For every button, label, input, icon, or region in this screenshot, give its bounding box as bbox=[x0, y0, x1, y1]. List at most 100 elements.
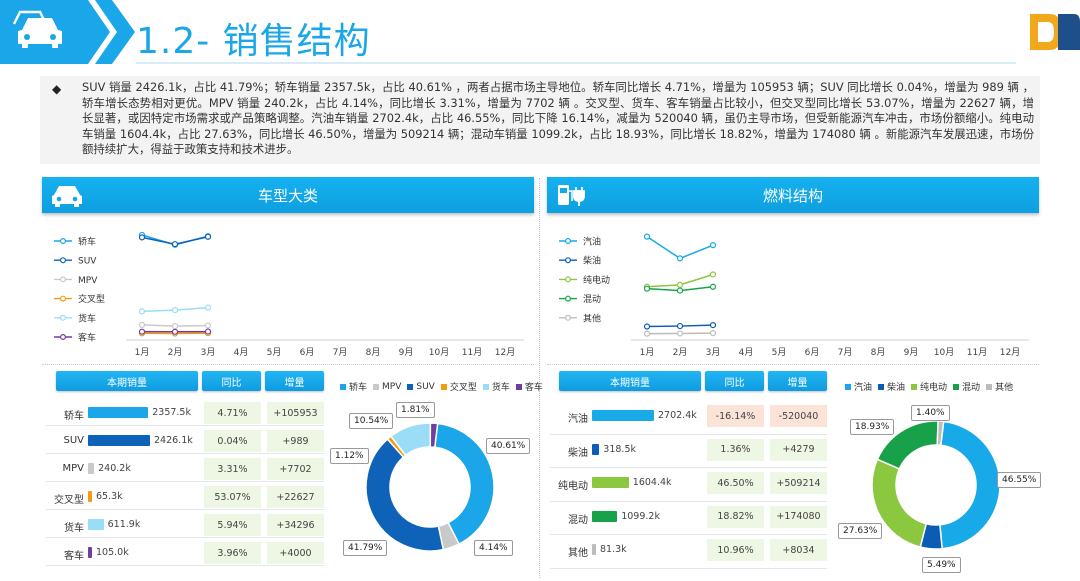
increment-cell: +105953 bbox=[267, 402, 324, 424]
legend-label: 客车 bbox=[524, 383, 543, 393]
donut-legend-item: 交叉型 bbox=[440, 380, 477, 393]
legend-label: 轿车 bbox=[349, 383, 368, 393]
line-point bbox=[709, 322, 717, 329]
x-tick-label: 7月 bbox=[838, 347, 853, 358]
line-legend-item: 其他 bbox=[559, 312, 601, 324]
legend-label: SUV bbox=[416, 381, 435, 392]
yoy-cell: 0.04% bbox=[204, 430, 261, 452]
donut-legend-item: 纯电动 bbox=[911, 380, 947, 393]
col-header-increment: 增量 bbox=[265, 371, 324, 391]
row-divider bbox=[46, 453, 324, 454]
donut-label-diesel: 5.49% bbox=[922, 557, 961, 573]
row-label: 纯电动 bbox=[558, 481, 588, 492]
line-legend-label: 交叉型 bbox=[78, 293, 105, 305]
yoy-cell: 3.31% bbox=[204, 458, 261, 480]
line-point bbox=[643, 233, 651, 240]
x-tick-label: 6月 bbox=[300, 347, 315, 358]
x-tick-label: 12月 bbox=[495, 347, 515, 358]
sales-bar bbox=[88, 407, 149, 418]
donut-slice-0 bbox=[939, 420, 1001, 550]
yoy-cell: 4.71% bbox=[204, 402, 261, 424]
row-label: 轿车 bbox=[64, 411, 84, 422]
fuel-donut-legend: 汽油 柴油 纯电动 混动 其他 bbox=[845, 380, 1013, 393]
increment-cell: +4279 bbox=[770, 438, 827, 461]
row-label: 货车 bbox=[64, 523, 84, 534]
row-label: 其他 bbox=[568, 548, 588, 559]
line-point bbox=[709, 271, 717, 278]
x-tick-label: 2月 bbox=[673, 347, 688, 358]
section-header-fuel: 燃料结构 bbox=[547, 177, 1039, 213]
legend-swatch bbox=[878, 383, 885, 390]
line-point bbox=[643, 323, 651, 330]
title-underline bbox=[136, 62, 1016, 64]
section-title: 车型大类 bbox=[257, 186, 318, 205]
vehicle-line-chart: 轿车 SUV MPV 交叉型货车客车 1月 2月 3月 4月 5月 6月 7月 8月 9月 10月 11月 1… bbox=[54, 231, 524, 358]
legend-swatch bbox=[440, 383, 447, 390]
row-divider bbox=[46, 565, 324, 566]
donut-legend-item: 货车 bbox=[482, 380, 510, 393]
row-divider bbox=[550, 467, 827, 468]
legend-swatch bbox=[373, 383, 380, 390]
increment-cell: +7702 bbox=[267, 458, 324, 480]
sales-bar bbox=[88, 519, 104, 530]
line-point bbox=[171, 307, 179, 314]
x-tick-label: 1月 bbox=[135, 347, 150, 358]
line-point bbox=[138, 234, 146, 241]
legend-label: 混动 bbox=[962, 383, 981, 393]
legend-label: 交叉型 bbox=[449, 383, 477, 393]
legend-swatch bbox=[407, 383, 414, 390]
sales-bar bbox=[88, 463, 95, 474]
row-divider bbox=[550, 567, 827, 569]
line-point bbox=[171, 241, 179, 248]
line-legend-item: 交叉型 bbox=[54, 293, 105, 305]
h-divider bbox=[42, 364, 534, 365]
line-point bbox=[676, 322, 684, 330]
col-header-sales: 本期销量 bbox=[559, 371, 701, 391]
donut-legend-item: 其他 bbox=[986, 380, 1013, 393]
line-legend-item: 混动 bbox=[559, 294, 601, 305]
donut-label-petrol: 46.55% bbox=[997, 472, 1042, 488]
row-label: 柴油 bbox=[568, 447, 588, 459]
x-tick-label: 4月 bbox=[234, 347, 249, 358]
line-point bbox=[676, 330, 684, 337]
yoy-cell: 18.82% bbox=[707, 505, 764, 528]
legend-swatch bbox=[515, 383, 522, 390]
x-tick-label: 3月 bbox=[706, 347, 721, 358]
row-divider bbox=[46, 509, 324, 510]
fuel-line-chart: 汽油柴油纯电动混动其他 1月 2月 3月 4月 5月 6月 7月 8月 9月 10月 11月 12月 bbox=[559, 233, 1029, 358]
line-legend-label: 货车 bbox=[78, 312, 96, 324]
line-point bbox=[709, 283, 717, 290]
legend-swatch bbox=[986, 383, 993, 390]
line-legend-label: MPV bbox=[78, 276, 98, 286]
legend-label: 货车 bbox=[491, 383, 510, 393]
donut-legend-item: 混动 bbox=[953, 380, 980, 393]
line-legend-label: 汽油 bbox=[583, 236, 601, 248]
legend-label: MPV bbox=[382, 381, 402, 392]
line-point bbox=[138, 308, 146, 315]
yoy-cell: 5.94% bbox=[204, 514, 261, 536]
h-divider bbox=[547, 364, 1039, 365]
increment-cell: +4000 bbox=[267, 542, 324, 564]
line-legend-label: 纯电动 bbox=[583, 274, 610, 286]
x-tick-label: 11月 bbox=[967, 347, 987, 358]
x-tick-label: 4月 bbox=[739, 347, 754, 358]
x-tick-label: 7月 bbox=[333, 347, 348, 358]
x-tick-label: 9月 bbox=[904, 347, 919, 358]
line-legend-label: 其他 bbox=[583, 312, 601, 324]
increment-cell: +989 bbox=[267, 430, 324, 452]
x-tick-label: 10月 bbox=[934, 347, 954, 358]
row-divider bbox=[46, 481, 324, 482]
row-label: MPV bbox=[62, 463, 85, 474]
donut-legend-item: 汽油 bbox=[845, 380, 872, 393]
sales-bar bbox=[592, 544, 596, 555]
sales-value: 1604.4k bbox=[632, 477, 672, 488]
x-tick-label: 8月 bbox=[871, 347, 886, 358]
row-label: 交叉型 bbox=[54, 495, 84, 506]
line-legend-label: 柴油 bbox=[583, 255, 601, 267]
bullet-icon: ◆ bbox=[52, 82, 62, 96]
line-legend-item: MPV bbox=[54, 276, 98, 286]
donut-label-hybrid: 18.93% bbox=[850, 419, 895, 435]
sales-bar bbox=[592, 510, 618, 522]
donut-legend-item: 柴油 bbox=[878, 380, 905, 393]
line-point bbox=[171, 323, 179, 330]
